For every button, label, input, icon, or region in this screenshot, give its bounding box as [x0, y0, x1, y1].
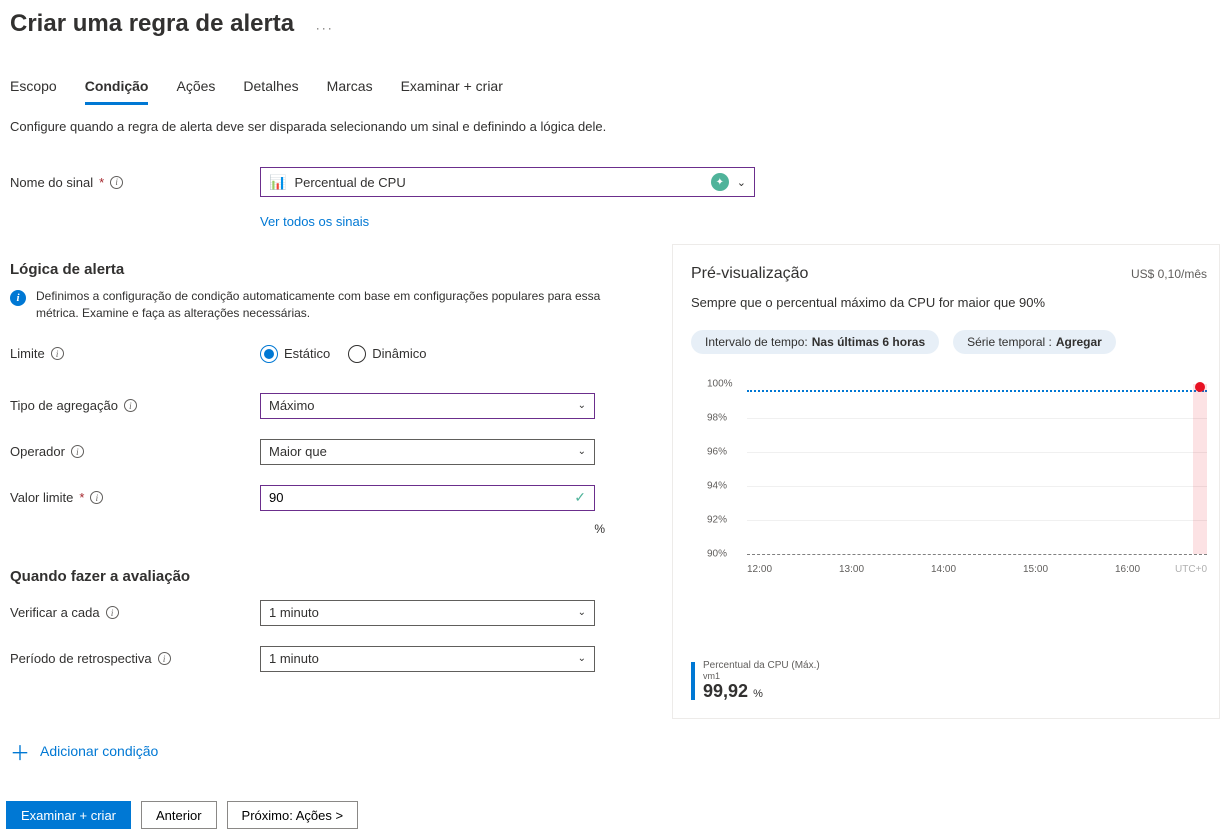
y-tick: 98%: [707, 413, 727, 424]
previous-button[interactable]: Anterior: [141, 801, 217, 829]
operator-select[interactable]: Maior que ⌄: [260, 439, 595, 465]
x-tick: 15:00: [1023, 564, 1115, 575]
preview-panel: Pré-visualização US$ 0,10/mês Sempre que…: [672, 244, 1220, 719]
info-icon[interactable]: i: [158, 652, 171, 665]
tab-acoes[interactable]: Ações: [176, 78, 215, 105]
info-icon[interactable]: i: [90, 491, 103, 504]
legend-color-icon: [691, 662, 695, 700]
chevron-down-icon: ⌄: [578, 653, 586, 664]
lookback-label: Período de retrospectiva: [10, 651, 152, 666]
threshold-dynamic-radio[interactable]: Dinâmico: [348, 345, 426, 363]
gridline: [747, 418, 1207, 419]
aggregation-select[interactable]: Máximo ⌄: [260, 393, 595, 419]
threshold-unit: %: [270, 522, 605, 536]
threshold-value-input-wrap: ✓: [260, 485, 595, 511]
tab-bar: Escopo Condição Ações Detalhes Marcas Ex…: [10, 78, 1220, 105]
y-tick: 94%: [707, 481, 727, 492]
threshold-value-label: Valor limite: [10, 490, 73, 505]
legend-value: 99,92: [703, 681, 748, 701]
next-button[interactable]: Próximo: Ações >: [227, 801, 359, 829]
plus-icon: ＋: [10, 737, 30, 766]
legend-metric: Percentual da CPU (Máx.): [703, 660, 820, 671]
see-all-signals-link[interactable]: Ver todos os sinais: [260, 214, 369, 229]
threshold-dynamic-label: Dinâmico: [372, 346, 426, 361]
signal-status-icon: ✦: [711, 173, 729, 191]
lookback-select[interactable]: 1 minuto ⌄: [260, 646, 595, 672]
info-badge-icon: i: [10, 290, 26, 306]
preview-cost: US$ 0,10/mês: [1131, 267, 1207, 281]
page-title: Criar uma regra de alerta: [10, 10, 294, 38]
info-icon[interactable]: i: [51, 347, 64, 360]
alert-band: [1193, 384, 1207, 554]
series-pill-label: Série temporal :: [967, 335, 1052, 349]
metric-icon: 📊: [269, 174, 286, 191]
threshold-static-radio[interactable]: Estático: [260, 345, 330, 363]
x-tick: 13:00: [839, 564, 931, 575]
legend-unit: %: [753, 688, 763, 700]
chevron-down-icon: ⌄: [578, 607, 586, 618]
tab-examinar-criar[interactable]: Examinar + criar: [401, 78, 503, 105]
gridline: [747, 452, 1207, 453]
required-marker: *: [99, 175, 104, 190]
preview-chart: 100% 98% 96% 94% 92% 90% 12:00 13:00 14:…: [711, 384, 1207, 614]
x-tick: 14:00: [931, 564, 1023, 575]
add-condition-button[interactable]: ＋ Adicionar condição: [10, 737, 1220, 766]
valid-check-icon: ✓: [574, 489, 586, 506]
signal-name-label: Nome do sinal: [10, 175, 93, 190]
add-condition-label: Adicionar condição: [40, 743, 158, 759]
y-tick: 92%: [707, 515, 727, 526]
info-icon[interactable]: i: [71, 445, 84, 458]
aggregation-value: Máximo: [269, 398, 315, 413]
legend-resource: vm1: [703, 671, 820, 681]
check-every-value: 1 minuto: [269, 605, 319, 620]
operator-label: Operador: [10, 444, 65, 459]
gridline: [747, 486, 1207, 487]
info-icon[interactable]: i: [110, 176, 123, 189]
info-icon[interactable]: i: [124, 399, 137, 412]
gridline: [747, 520, 1207, 521]
tab-condicao[interactable]: Condição: [85, 78, 149, 105]
check-every-select[interactable]: 1 minuto ⌄: [260, 600, 595, 626]
time-range-pill-label: Intervalo de tempo:: [705, 335, 808, 349]
info-icon[interactable]: i: [106, 606, 119, 619]
series-pill[interactable]: Série temporal : Agregar: [953, 330, 1116, 354]
signal-select[interactable]: 📊 Percentual de CPU ✦ ⌄: [260, 167, 755, 197]
current-point-icon: [1195, 382, 1205, 392]
lookback-value: 1 minuto: [269, 651, 319, 666]
signal-value: Percentual de CPU: [294, 175, 702, 190]
time-range-pill-value: Nas últimas 6 horas: [812, 335, 925, 349]
tab-marcas[interactable]: Marcas: [327, 78, 373, 105]
check-every-label: Verificar a cada: [10, 605, 100, 620]
threshold-value-input[interactable]: [269, 490, 574, 505]
threshold-label: Limite: [10, 346, 45, 361]
tab-detalhes[interactable]: Detalhes: [243, 78, 298, 105]
timezone-label: UTC+0: [1175, 564, 1207, 575]
operator-value: Maior que: [269, 444, 327, 459]
preview-summary: Sempre que o percentual máximo da CPU fo…: [691, 295, 1207, 310]
x-tick: 12:00: [747, 564, 839, 575]
tab-escopo[interactable]: Escopo: [10, 78, 57, 105]
chevron-down-icon: ⌄: [578, 446, 586, 457]
more-menu-icon[interactable]: ···: [316, 21, 334, 35]
y-tick: 96%: [707, 447, 727, 458]
auto-config-info: Definimos a configuração de condição aut…: [36, 288, 610, 322]
preview-title: Pré-visualização: [691, 265, 808, 283]
review-create-button[interactable]: Examinar + criar: [6, 801, 131, 829]
time-range-pill[interactable]: Intervalo de tempo: Nas últimas 6 horas: [691, 330, 939, 354]
chevron-down-icon: ⌄: [578, 400, 586, 411]
chevron-down-icon: ⌄: [737, 176, 746, 189]
tab-description: Configure quando a regra de alerta deve …: [10, 119, 1220, 134]
required-marker: *: [79, 490, 84, 505]
y-tick: 90%: [707, 549, 727, 560]
threshold-line: [747, 554, 1207, 555]
series-pill-value: Agregar: [1056, 335, 1102, 349]
data-line: [747, 390, 1207, 392]
threshold-static-label: Estático: [284, 346, 330, 361]
y-tick: 100%: [707, 379, 733, 390]
aggregation-label: Tipo de agregação: [10, 398, 118, 413]
